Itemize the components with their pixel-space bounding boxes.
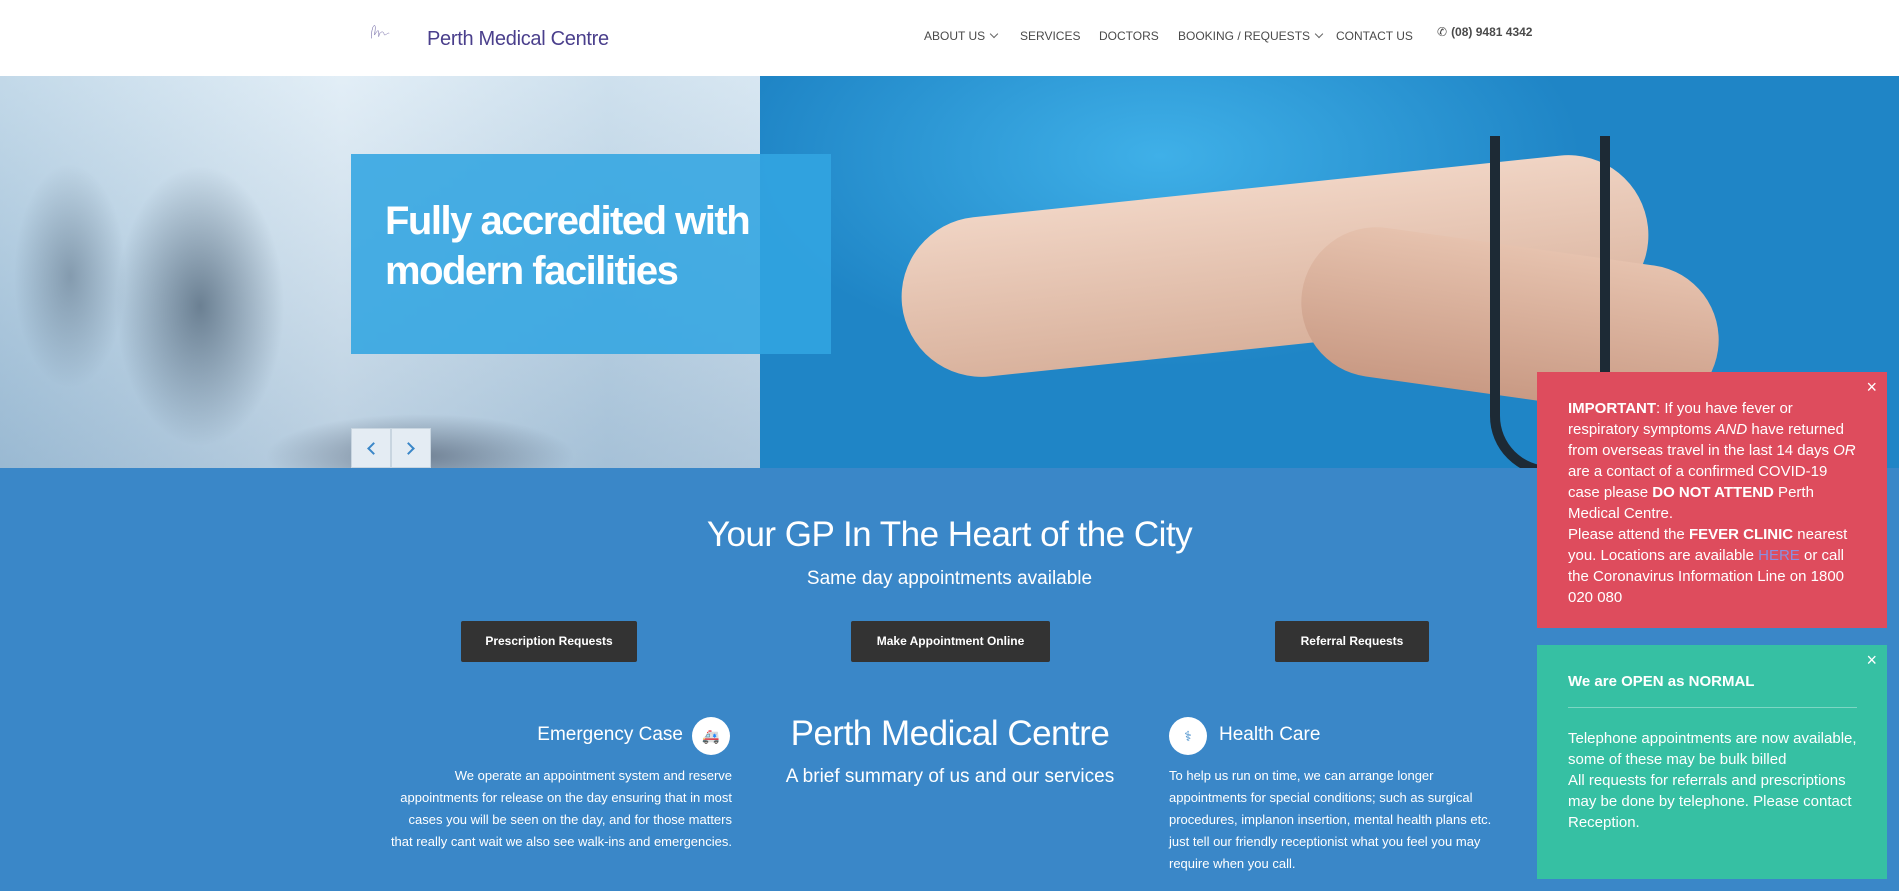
notice-emphasis: AND: [1715, 421, 1748, 438]
text-line: appointments for release on the day ensu…: [400, 790, 732, 805]
referrals-text: All requests for referrals and prescript…: [1568, 772, 1852, 831]
important-label: IMPORTANT: [1568, 400, 1657, 417]
phone-number: (08) 9481 4342: [1451, 25, 1533, 39]
open-status-heading: We are OPEN as NORMAL: [1568, 671, 1857, 692]
referral-requests-button[interactable]: Referral Requests: [1275, 621, 1429, 662]
nav-about-us[interactable]: ABOUT US: [924, 29, 999, 43]
phone-icon: ✆: [1437, 25, 1448, 39]
text-line: require when you call.: [1169, 856, 1296, 871]
close-icon[interactable]: ×: [1866, 378, 1877, 396]
phone-link[interactable]: ✆ (08) 9481 4342: [1437, 25, 1532, 39]
open-status-notice: × We are OPEN as NORMAL Telephone appoin…: [1537, 645, 1887, 879]
hero-title-line: Fully accredited with: [385, 199, 751, 243]
normal-label: NORMAL: [1688, 673, 1755, 690]
prescription-requests-button[interactable]: Prescription Requests: [461, 621, 637, 662]
notice-text: We are: [1568, 673, 1622, 690]
nav-services-label: SERVICES: [1020, 29, 1081, 43]
nav-contact-label: CONTACT US: [1336, 29, 1413, 43]
hero-title: Fully accredited with modern facilities: [385, 196, 805, 296]
close-icon[interactable]: ×: [1866, 651, 1877, 669]
make-appointment-button[interactable]: Make Appointment Online: [851, 621, 1050, 662]
fever-clinic-text: Please attend the FEVER CLINIC nearest y…: [1568, 524, 1857, 608]
slider-next-button[interactable]: [391, 428, 431, 468]
nav-about-us-label: ABOUT US: [924, 29, 986, 43]
fever-clinic-label: FEVER CLINIC: [1688, 526, 1794, 543]
health-care-text: To help us run on time, we can arrange l…: [1169, 765, 1529, 875]
nav-doctors-label: DOCTORS: [1099, 29, 1159, 43]
open-label: OPEN: [1621, 673, 1664, 690]
emergency-case-title: Emergency Case: [537, 724, 683, 745]
text-line: that really cant wait we also see walk-i…: [390, 834, 732, 849]
chevron-down-icon: [1314, 29, 1324, 39]
emergency-case-text: We operate an appointment system and res…: [360, 765, 732, 853]
text-line: We operate an appointment system and res…: [454, 768, 732, 783]
text-line: just tell our friendly receptionist what…: [1169, 834, 1481, 849]
nav-contact-us[interactable]: CONTACT US: [1336, 29, 1413, 43]
chevron-left-icon: [367, 442, 380, 455]
chevron-right-icon: [402, 442, 415, 455]
nav-doctors[interactable]: DOCTORS: [1099, 29, 1159, 43]
text-line: To help us run on time, we can arrange l…: [1169, 768, 1434, 783]
slider-prev-button[interactable]: [351, 428, 391, 468]
nav-booking-label: BOOKING / REQUESTS: [1178, 29, 1311, 43]
hero-title-line: modern facilities: [385, 249, 679, 293]
divider: [1568, 707, 1857, 708]
chevron-down-icon: [989, 29, 999, 39]
center-subtitle: A brief summary of us and our services: [785, 766, 1115, 787]
stethoscope-icon: ⚕: [1169, 717, 1207, 755]
covid-warning-notice: × IMPORTANT: If you have fever or respir…: [1537, 372, 1887, 628]
nav-services[interactable]: SERVICES: [1020, 29, 1080, 43]
notice-text: as: [1663, 673, 1689, 690]
notice-emphasis: OR: [1833, 442, 1856, 459]
text-line: procedures, implanon insertion, mental h…: [1169, 812, 1492, 827]
ambulance-icon: 🚑: [692, 717, 730, 755]
site-header: Perth Medical Centre ABOUT US SERVICES D…: [0, 0, 1899, 76]
text-line: appointments for special conditions; suc…: [1169, 790, 1473, 805]
health-care-title: Health Care: [1219, 724, 1321, 745]
center-title: Perth Medical Centre: [790, 714, 1110, 753]
nav-booking-requests[interactable]: BOOKING / REQUESTS: [1178, 29, 1324, 43]
covid-warning-text: IMPORTANT: If you have fever or respirat…: [1568, 398, 1857, 524]
do-not-attend-label: DO NOT ATTEND: [1652, 484, 1774, 501]
text-line: cases you will be seen on the day, and f…: [408, 812, 733, 827]
notice-text: Please attend the: [1568, 526, 1689, 543]
fever-clinic-locations-link[interactable]: HERE: [1758, 547, 1800, 564]
logo-text[interactable]: Perth Medical Centre: [427, 28, 609, 51]
telephone-appointments-text: Telephone appointments are now available…: [1568, 730, 1857, 768]
